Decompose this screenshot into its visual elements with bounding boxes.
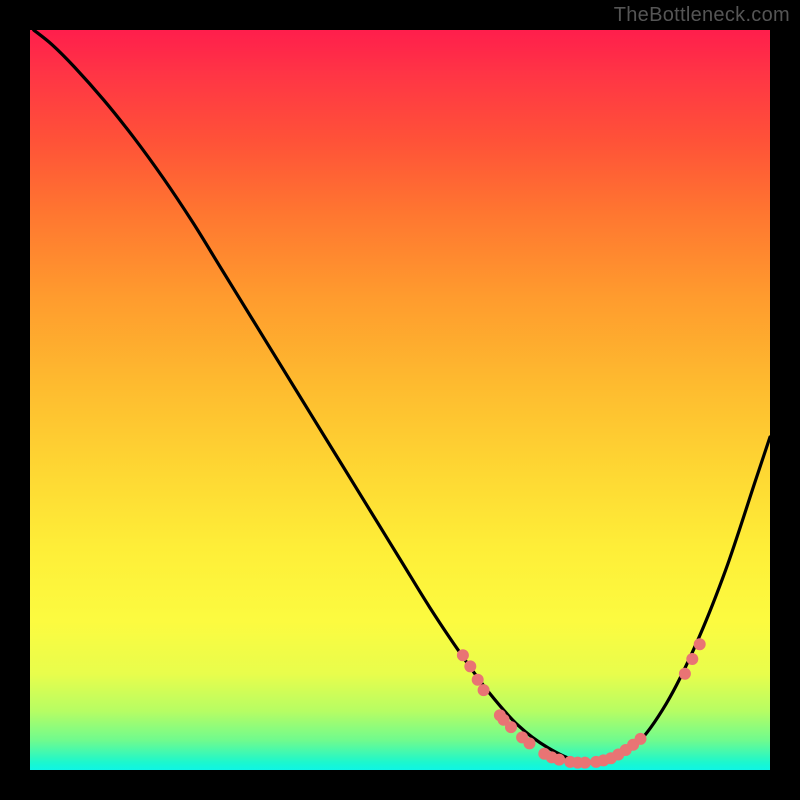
marker-dot (472, 674, 483, 685)
chart-svg (30, 30, 770, 770)
marker-dot (465, 661, 476, 672)
marker-dot (524, 738, 535, 749)
marker-dot (457, 650, 468, 661)
marker-dot (694, 639, 705, 650)
watermark-text: TheBottleneck.com (614, 4, 790, 27)
marker-dot (506, 722, 517, 733)
marker-dot (635, 733, 646, 744)
chart-container: TheBottleneck.com (0, 0, 800, 800)
marker-dot (679, 668, 690, 679)
marker-dot (580, 757, 591, 768)
marker-dot (687, 654, 698, 665)
bottleneck-curve (34, 30, 770, 763)
marker-dot (478, 685, 489, 696)
plot-area (30, 30, 770, 770)
marker-dot (554, 754, 565, 765)
